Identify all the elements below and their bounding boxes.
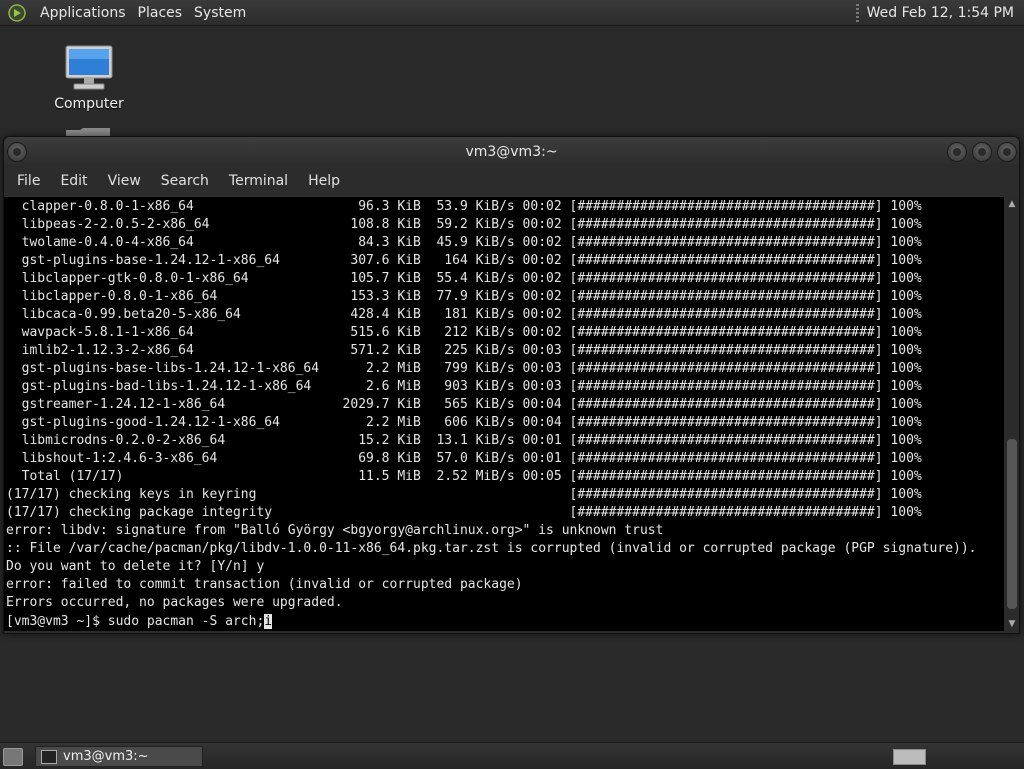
scrollbar-thumb[interactable] <box>1007 439 1017 609</box>
terminal-line: Total (17/17) 11.5 MiB 2.52 MiB/s 00:05 … <box>21 469 922 484</box>
terminal-line: Do you want to delete it? [Y/n] y <box>6 559 265 574</box>
terminal-line: error: libdv: signature from "Balló Györ… <box>6 523 664 538</box>
desktop-icon-computer[interactable]: Computer <box>52 44 126 112</box>
show-desktop-icon[interactable] <box>3 748 23 766</box>
terminal-line: :: File /var/cache/pacman/pkg/libdv-1.0.… <box>6 541 977 556</box>
scroll-down-arrow-icon[interactable]: ▼ <box>1005 617 1019 631</box>
terminal-line: libshout-1:2.4.6-3-x86_64 69.8 KiB 57.0 … <box>21 451 922 466</box>
distro-logo-icon[interactable] <box>8 3 26 22</box>
terminal-prompt: [vm3@vm3 ~]$ sudo pacman -S arch; <box>6 614 265 629</box>
terminal-line: gst-plugins-base-1.24.12-1-x86_64 307.6 … <box>21 253 922 268</box>
terminal-line: libpeas-2-2.0.5-2-x86_64 108.8 KiB 59.2 … <box>21 217 922 232</box>
terminal-icon <box>41 749 57 764</box>
terminal-line: wavpack-5.8.1-1-x86_64 515.6 KiB 212 KiB… <box>21 325 922 340</box>
clock[interactable]: Wed Feb 12, 1:54 PM <box>867 5 1014 21</box>
terminal-line: clapper-0.8.0-1-x86_64 96.3 KiB 53.9 KiB… <box>21 199 922 214</box>
terminal-line: libcaca-0.99.beta20-5-x86_64 428.4 KiB 1… <box>21 307 922 322</box>
terminal-line: gstreamer-1.24.12-1-x86_64 2029.7 KiB 56… <box>21 397 922 412</box>
window-titlebar[interactable]: vm3@vm3:~ <box>4 137 1019 167</box>
scroll-up-arrow-icon[interactable]: ▲ <box>1005 197 1019 211</box>
menu-terminal[interactable]: Terminal <box>219 173 298 189</box>
taskbar-item-label: vm3@vm3:~ <box>63 749 149 764</box>
terminal-window[interactable]: vm3@vm3:~ File Edit View Search Terminal… <box>3 136 1020 634</box>
terminal-line: (17/17) checking keys in keyring [######… <box>6 487 922 502</box>
places-menu[interactable]: Places <box>132 5 189 21</box>
top-panel: Applications Places System Wed Feb 12, 1… <box>0 0 1024 26</box>
maximize-button[interactable] <box>972 142 992 162</box>
terminal-line: error: failed to commit transaction (inv… <box>6 577 523 592</box>
window-menu-button[interactable] <box>7 142 27 162</box>
terminal-scrollbar[interactable]: ▲ ▼ <box>1005 197 1019 631</box>
terminal-line: gst-plugins-base-libs-1.24.12-1-x86_64 2… <box>21 361 922 376</box>
panel-handle[interactable] <box>855 3 859 22</box>
menu-help[interactable]: Help <box>298 173 350 189</box>
terminal-output[interactable]: clapper-0.8.0-1-x86_64 96.3 KiB 53.9 KiB… <box>4 197 1004 631</box>
desktop-icon-label: Computer <box>54 96 124 112</box>
taskbar-item-terminal[interactable]: vm3@vm3:~ <box>35 746 203 767</box>
terminal-line: libmicrodns-0.2.0-2-x86_64 15.2 KiB 13.1… <box>21 433 922 448</box>
menu-file[interactable]: File <box>7 173 50 189</box>
terminal-line: gst-plugins-bad-libs-1.24.12-1-x86_64 2.… <box>21 379 922 394</box>
menu-edit[interactable]: Edit <box>50 173 97 189</box>
terminal-line: imlib2-1.12.3-2-x86_64 571.2 KiB 225 KiB… <box>21 343 922 358</box>
terminal-line: (17/17) checking package integrity [####… <box>6 505 922 520</box>
terminal-line: gst-plugins-good-1.24.12-1-x86_64 2.2 Mi… <box>21 415 922 430</box>
terminal-menubar: File Edit View Search Terminal Help <box>4 167 1019 195</box>
computer-icon <box>65 45 113 90</box>
terminal-cursor: i <box>264 614 273 629</box>
system-menu[interactable]: System <box>188 5 252 21</box>
menu-search[interactable]: Search <box>151 173 219 189</box>
terminal-line: libclapper-0.8.0-1-x86_64 153.3 KiB 77.9… <box>21 289 922 304</box>
menu-view[interactable]: View <box>98 173 151 189</box>
workspace-switcher[interactable] <box>893 749 926 765</box>
minimize-button[interactable] <box>947 142 967 162</box>
terminal-line: Errors occurred, no packages were upgrad… <box>6 595 343 610</box>
applications-menu[interactable]: Applications <box>34 5 132 21</box>
close-button[interactable] <box>997 142 1017 162</box>
terminal-lines: clapper-0.8.0-1-x86_64 96.3 KiB 53.9 KiB… <box>4 197 1004 612</box>
terminal-line: twolame-0.4.0-4-x86_64 84.3 KiB 45.9 KiB… <box>21 235 922 250</box>
terminal-line: libclapper-gtk-0.8.0-1-x86_64 105.7 KiB … <box>21 271 922 286</box>
terminal-prompt-line[interactable]: [vm3@vm3 ~]$ sudo pacman -S arch;i <box>4 612 1004 631</box>
window-title: vm3@vm3:~ <box>465 144 558 160</box>
bottom-panel: vm3@vm3:~ <box>0 742 1024 769</box>
